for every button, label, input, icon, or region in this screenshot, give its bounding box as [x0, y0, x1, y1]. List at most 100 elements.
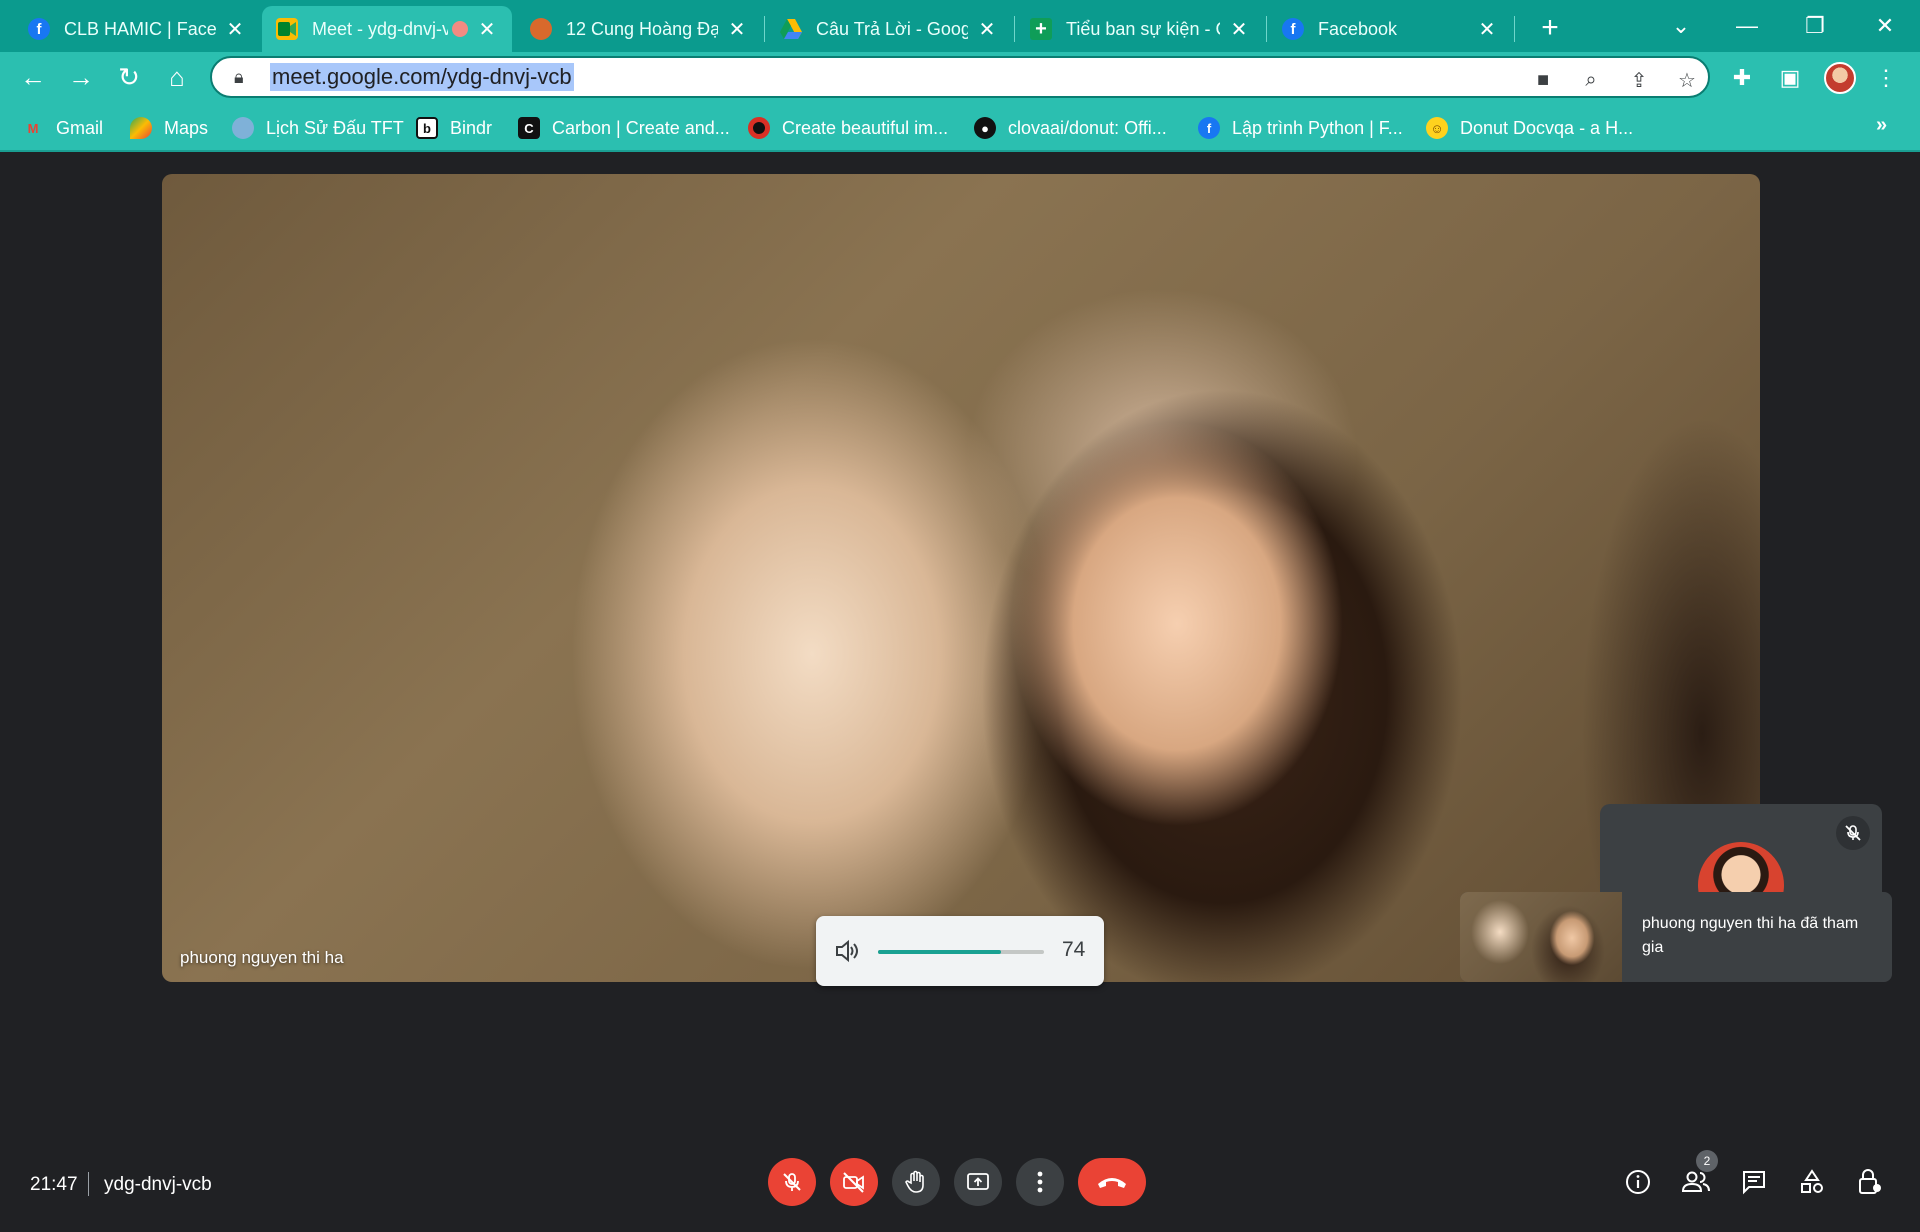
- lock-icon[interactable]: 🔒︎: [234, 67, 258, 88]
- raise-hand-button[interactable]: [892, 1158, 940, 1206]
- bookmark-label: Maps: [164, 117, 209, 138]
- bookmark-label: Lịch Sử Đấu TFT: [266, 117, 404, 138]
- host-controls-button[interactable]: [1850, 1162, 1890, 1202]
- meeting-details-button[interactable]: [1618, 1162, 1658, 1202]
- main-video-tile[interactable]: phuong nguyen thi ha: [162, 174, 1760, 982]
- bookmark-create-beautiful[interactable]: Create beautiful im...: [748, 114, 948, 142]
- tab-clb-hamic[interactable]: f CLB HAMIC | Faceb ✕: [14, 6, 260, 52]
- bindr-icon: b: [416, 117, 438, 139]
- hang-up-icon: [1098, 1178, 1126, 1188]
- address-bar[interactable]: 🔒︎ meet.google.com/ydg-dnvj-vcb ■ ⌕ ⇪ ☆: [210, 56, 1710, 98]
- mic-toggle-button[interactable]: [768, 1158, 816, 1206]
- side-panel-icon[interactable]: ▣: [1772, 60, 1808, 96]
- close-icon[interactable]: ✕: [476, 18, 498, 41]
- profile-avatar[interactable]: [1824, 62, 1856, 94]
- mic-off-icon: [783, 1173, 801, 1191]
- bookmark-python[interactable]: f Lập trình Python | F...: [1198, 114, 1403, 142]
- new-tab-button[interactable]: +: [1532, 10, 1568, 46]
- bookmark-label: Lập trình Python | F...: [1232, 117, 1403, 138]
- close-icon[interactable]: ✕: [1228, 18, 1250, 41]
- mic-off-icon: [1836, 816, 1870, 850]
- restore-icon[interactable]: ❐: [1790, 8, 1840, 44]
- tab-cau-tra-loi[interactable]: Câu Trả Lời - Google ✕: [766, 6, 1012, 52]
- close-icon[interactable]: ✕: [976, 18, 998, 41]
- home-icon[interactable]: ⌂: [158, 58, 196, 96]
- participant-name: phuong nguyen thi ha: [180, 948, 344, 967]
- close-icon[interactable]: ✕: [726, 18, 748, 41]
- camera-toggle-button[interactable]: [830, 1158, 878, 1206]
- activities-icon: [1801, 1169, 1823, 1193]
- bookmark-label: Gmail: [56, 117, 104, 138]
- tab-title: Câu Trả Lời - Google: [816, 18, 968, 39]
- volume-slider-fill: [878, 950, 1001, 954]
- back-arrow-icon[interactable]: ←: [14, 58, 52, 96]
- carbon-icon: C: [518, 117, 540, 139]
- tab-meet[interactable]: Meet - ydg-dnvj-vcb ✕: [262, 6, 512, 52]
- join-message: phuong nguyen thi ha đã tham gia: [1642, 915, 1859, 956]
- tab-separator: [764, 16, 765, 42]
- bookmark-gmail[interactable]: M Gmail: [22, 114, 103, 142]
- present-screen-button[interactable]: [954, 1158, 1002, 1206]
- divider: [88, 1172, 89, 1196]
- bookmark-label: Bindr: [450, 117, 493, 138]
- orange-globe-icon: [530, 18, 552, 40]
- camera-icon[interactable]: ■: [1528, 66, 1558, 94]
- google-meet-icon: [276, 18, 298, 40]
- bookmark-donut-docvqa[interactable]: ☺ Donut Docvqa - a H...: [1426, 114, 1633, 142]
- reload-icon[interactable]: ↻: [110, 58, 148, 96]
- tab-title: Meet - ydg-dnvj-vcb: [312, 18, 448, 39]
- close-window-icon[interactable]: ✕: [1860, 8, 1910, 44]
- volume-control[interactable]: 74: [816, 916, 1104, 986]
- people-icon: [1681, 1171, 1710, 1192]
- bookmark-star-icon[interactable]: ☆: [1672, 66, 1702, 94]
- minimize-icon[interactable]: —: [1722, 8, 1772, 44]
- menu-kebab-icon[interactable]: ⋮: [1868, 60, 1904, 96]
- more-bookmarks-icon[interactable]: »: [1876, 114, 1887, 137]
- bookmark-label: Donut Docvqa - a H...: [1460, 117, 1634, 138]
- github-icon: ●: [974, 117, 996, 139]
- tab-search-icon[interactable]: ⌄: [1656, 8, 1706, 44]
- tab-title: 12 Cung Hoàng Đạo: [566, 18, 718, 39]
- volume-slider[interactable]: [878, 950, 1044, 954]
- info-icon: [1626, 1170, 1650, 1194]
- tab-separator: [1266, 16, 1267, 42]
- volume-value: 74: [1062, 938, 1086, 961]
- close-icon[interactable]: ✕: [1476, 18, 1498, 41]
- speaker-icon[interactable]: [834, 938, 860, 964]
- leave-call-button[interactable]: [1078, 1158, 1146, 1206]
- globe-icon: [232, 117, 254, 139]
- google-drive-icon: [780, 18, 802, 40]
- activities-button[interactable]: [1792, 1162, 1832, 1202]
- extensions-icon[interactable]: ✚: [1724, 60, 1760, 96]
- tab-strip: f CLB HAMIC | Faceb ✕ Meet - ydg-dnvj-vc…: [0, 0, 1920, 52]
- share-icon[interactable]: ⇪: [1624, 66, 1654, 94]
- tab-title: CLB HAMIC | Faceb: [64, 18, 216, 39]
- chat-button[interactable]: [1734, 1162, 1774, 1202]
- participant-thumbnail: [1460, 892, 1622, 982]
- bookmark-label: Create beautiful im...: [782, 117, 949, 138]
- browser-toolbar: ← → ↻ ⌂ 🔒︎ meet.google.com/ydg-dnvj-vcb …: [0, 52, 1920, 102]
- tab-tieu-ban-su-kien[interactable]: + Tiểu ban sự kiện - G ✕: [1016, 6, 1264, 52]
- present-icon: [967, 1173, 989, 1190]
- bookmark-bindr[interactable]: b Bindr: [416, 114, 492, 142]
- bookmark-carbon[interactable]: C Carbon | Create and...: [518, 114, 730, 142]
- url-text[interactable]: meet.google.com/ydg-dnvj-vcb: [270, 63, 574, 91]
- bookmarks-bar: M Gmail Maps Lịch Sử Đấu TFT b Bindr C C…: [0, 102, 1920, 152]
- forward-arrow-icon[interactable]: →: [62, 58, 100, 96]
- current-time: 21:47: [30, 1174, 78, 1195]
- zoom-icon[interactable]: ⌕: [1576, 66, 1606, 94]
- more-options-button[interactable]: [1016, 1158, 1064, 1206]
- meeting-code: ydg-dnvj-vcb: [104, 1174, 212, 1195]
- close-icon[interactable]: ✕: [224, 18, 246, 41]
- tab-cung-hoang-dao[interactable]: 12 Cung Hoàng Đạo ✕: [516, 6, 762, 52]
- more-vert-icon: [1037, 1171, 1043, 1193]
- bookmark-label: clovaai/donut: Offi...: [1008, 117, 1167, 138]
- green-plus-icon: +: [1030, 18, 1052, 40]
- tab-facebook[interactable]: f Facebook ✕: [1268, 6, 1512, 52]
- hand-icon: [905, 1170, 924, 1193]
- facebook-icon: f: [1198, 117, 1220, 139]
- bookmark-donut-github[interactable]: ● clovaai/donut: Offi...: [974, 114, 1167, 142]
- bookmark-maps[interactable]: Maps: [130, 114, 208, 142]
- bookmark-tft[interactable]: Lịch Sử Đấu TFT: [232, 114, 404, 142]
- tab-title: Tiểu ban sự kiện - G: [1066, 18, 1220, 39]
